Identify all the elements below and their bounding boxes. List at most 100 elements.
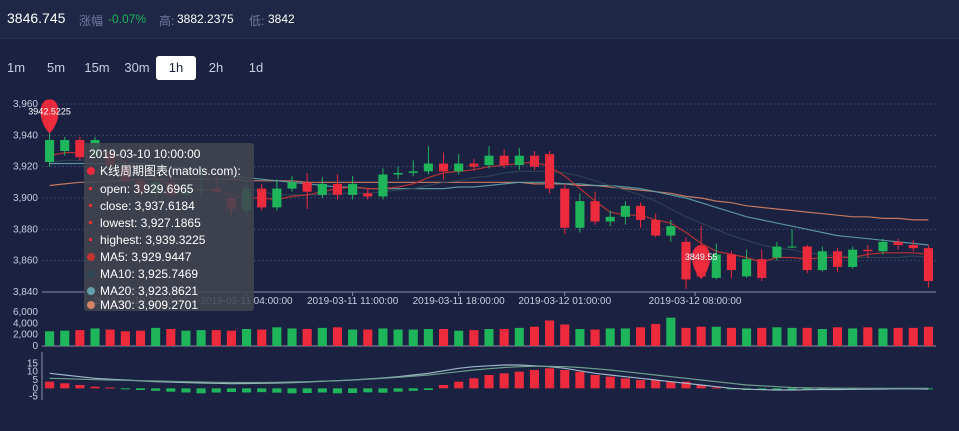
volume-bar xyxy=(242,329,252,346)
macd-bar xyxy=(560,370,570,389)
macd-bar xyxy=(423,388,433,390)
tooltip-ma20: MA20: 3,923.8621 xyxy=(87,283,198,299)
volume-bar xyxy=(878,328,888,346)
macd-bar xyxy=(45,381,55,389)
tooltip-series: K线周期图表(matols.com): xyxy=(87,163,241,179)
macd-bar xyxy=(287,388,297,394)
macd-bar xyxy=(635,380,646,389)
macd-bar xyxy=(90,386,100,389)
volume-bar xyxy=(605,328,615,346)
candle-body xyxy=(423,163,433,172)
candle-body xyxy=(817,251,827,271)
candle-body xyxy=(893,241,903,245)
price-tick-label: 3,940 xyxy=(13,130,38,141)
volume-bar xyxy=(105,329,115,346)
candle-body xyxy=(317,183,327,195)
macd-bar xyxy=(181,388,191,393)
volume-bar xyxy=(166,329,176,346)
macd-bar xyxy=(711,387,721,389)
tooltip-open-text: open: 3,929.6965 xyxy=(100,182,194,196)
candle-body xyxy=(393,172,403,175)
tooltip-close: close: 3,937.6184 xyxy=(87,198,195,214)
macd-bar xyxy=(666,381,676,389)
ma10-dot-icon xyxy=(87,270,95,278)
macd-bar xyxy=(454,381,464,389)
volume-bar xyxy=(211,330,221,346)
macd-bar xyxy=(151,388,161,391)
ma20-dot-icon xyxy=(87,287,95,295)
tooltip-highest-text: highest: 3,939.3225 xyxy=(100,233,206,247)
candle-body xyxy=(287,182,297,189)
candle-body xyxy=(605,216,615,222)
candle-body xyxy=(363,193,373,197)
volume-bar xyxy=(90,328,100,346)
candle-body xyxy=(848,249,858,267)
open-marker-icon xyxy=(89,187,92,190)
volume-bar xyxy=(681,327,691,346)
candle-body xyxy=(378,174,388,197)
volume-bar xyxy=(742,328,752,346)
macd-bar xyxy=(75,385,85,389)
volume-bar xyxy=(408,329,418,346)
candle-body xyxy=(802,246,812,271)
volume-bar xyxy=(651,323,661,346)
macd-bar xyxy=(438,385,449,389)
macd-bar xyxy=(302,388,312,393)
volume-bar xyxy=(454,330,464,346)
volume-bar xyxy=(575,329,585,346)
candle-body xyxy=(348,183,358,195)
macd-bar xyxy=(590,375,600,389)
price-tick-label: 3,840 xyxy=(13,287,38,298)
macd-bar xyxy=(60,383,70,389)
macd-bar xyxy=(545,368,555,389)
macd-bar xyxy=(272,388,282,393)
volume-bar xyxy=(545,320,555,346)
candle-body xyxy=(257,188,267,208)
candle-body xyxy=(878,241,888,252)
macd-bar xyxy=(120,388,130,390)
volume-bar xyxy=(45,331,55,346)
candle-body xyxy=(742,259,752,277)
candle-body xyxy=(772,246,782,258)
macd-bar xyxy=(317,388,327,393)
macd-bar xyxy=(166,388,176,392)
price-tick-label: 3,920 xyxy=(13,162,38,173)
volume-bar xyxy=(529,326,540,346)
tooltip-ma10: MA10: 3,925.7469 xyxy=(87,266,198,282)
macd-bar xyxy=(348,388,358,393)
macd-bar xyxy=(620,378,630,389)
candle-body xyxy=(469,163,479,167)
volume-bar xyxy=(317,327,327,346)
volume-bar xyxy=(560,324,570,346)
macd-tick-label: -5 xyxy=(29,392,38,403)
volume-bar xyxy=(378,328,388,346)
volume-bar xyxy=(151,327,161,346)
macd-bar xyxy=(363,388,373,393)
volume-bar xyxy=(302,329,312,346)
candle-body xyxy=(438,163,449,172)
candle-body xyxy=(45,140,55,162)
candle-body xyxy=(484,155,494,166)
min-price-pin-label: 3849.55 xyxy=(685,252,718,262)
candle-body xyxy=(545,154,555,189)
volume-tick-label: 6,000 xyxy=(13,307,38,318)
price-tick-label: 3,860 xyxy=(13,256,38,267)
volume-bar xyxy=(696,326,706,346)
macd-bar xyxy=(575,371,585,389)
volume-bar xyxy=(196,330,206,346)
volume-bar xyxy=(923,326,933,346)
volume-bar xyxy=(484,329,494,346)
tooltip-open: open: 3,929.6965 xyxy=(87,181,193,197)
macd-bar xyxy=(211,388,221,393)
macd-bar xyxy=(378,388,388,393)
highest-marker-icon xyxy=(89,238,92,241)
tooltip-series-name: K线周期图表(matols.com): xyxy=(100,164,241,178)
candle-body xyxy=(332,183,343,195)
series-dot-icon xyxy=(87,167,95,175)
volume-bar xyxy=(287,328,297,346)
macd-bar xyxy=(196,388,206,394)
macd-bar xyxy=(469,378,479,389)
macd-bar xyxy=(484,375,494,389)
price-tick-label: 3,880 xyxy=(13,224,38,235)
volume-bar xyxy=(514,327,524,346)
